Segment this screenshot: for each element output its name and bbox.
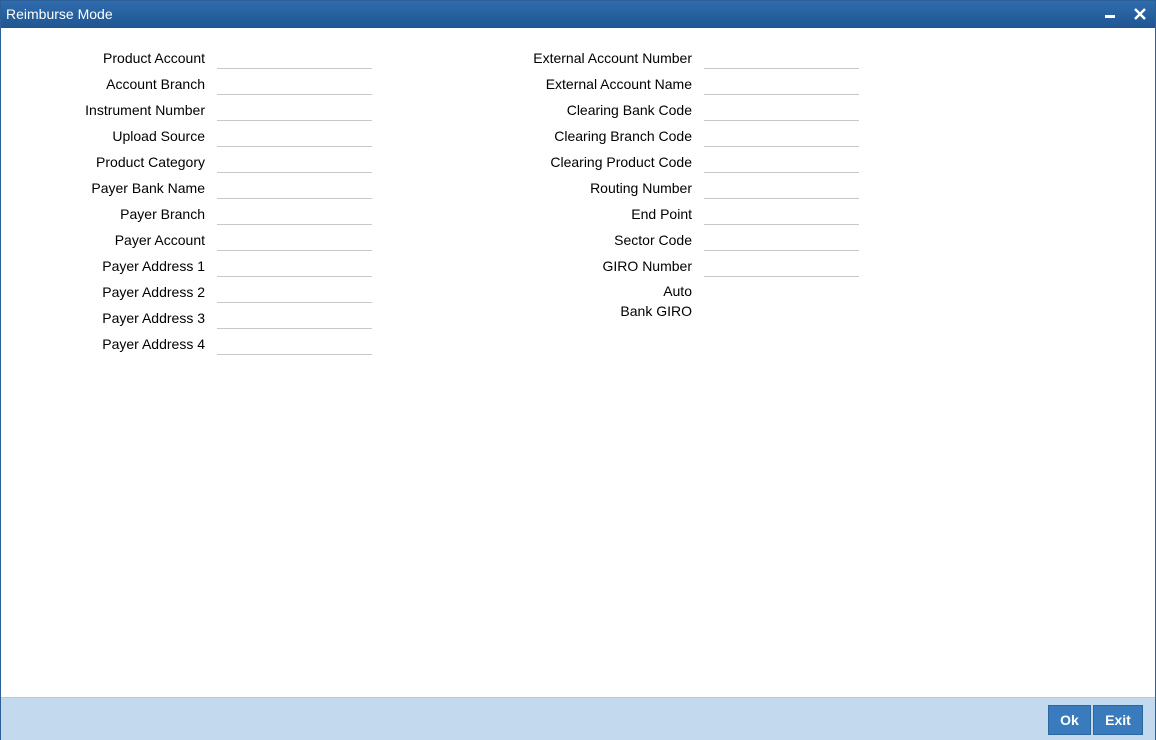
left-field-input[interactable] [217,73,372,95]
right-field-input[interactable] [704,125,859,147]
left-field-label: Payer Address 4 [102,336,205,352]
form-content: Product Account Account Branch Instrument … [1,29,1155,697]
right-field-input[interactable] [704,151,859,173]
right-field-label: Sector Code [614,232,692,248]
ok-button[interactable]: Ok [1048,705,1091,735]
right-field-label: GIRO Number [602,258,692,274]
right-field-input[interactable] [704,99,859,121]
bank-giro-label: Bank GIRO [620,303,692,319]
left-field-label: Product Account [103,50,205,66]
left-field-input[interactable] [217,229,372,251]
reimburse-mode-window: Reimburse Mode Product Account Account Br… [0,0,1156,740]
auto-label: Auto [663,283,692,299]
left-field-label: Payer Bank Name [91,180,205,196]
left-field-input[interactable] [217,333,372,355]
right-field-input[interactable] [704,255,859,277]
left-field-label: Payer Address 3 [102,310,205,326]
right-field-input[interactable] [704,203,859,225]
exit-button[interactable]: Exit [1093,705,1143,735]
right-field-label: External Account Number [533,50,692,66]
left-field-input[interactable] [217,125,372,147]
left-field-input[interactable] [217,255,372,277]
right-field-input[interactable] [704,177,859,199]
left-field-input[interactable] [217,177,372,199]
footer-bar: Ok Exit [1,697,1155,740]
left-field-input[interactable] [217,99,372,121]
left-field-label: Product Category [96,154,205,170]
window-title: Reimburse Mode [6,6,113,22]
left-field-label: Upload Source [112,128,205,144]
right-field-input[interactable] [704,73,859,95]
close-icon[interactable] [1129,4,1151,24]
left-field-label: Payer Branch [120,206,205,222]
right-field-label: Clearing Product Code [550,154,692,170]
right-field-input[interactable] [704,47,859,69]
left-field-label: Payer Address 1 [102,258,205,274]
left-field-label: Instrument Number [85,102,205,118]
left-field-input[interactable] [217,151,372,173]
right-field-label: Clearing Bank Code [566,102,692,118]
right-field-input[interactable] [704,229,859,251]
right-field-label: Routing Number [590,180,692,196]
right-field-label: End Point [631,206,692,222]
left-field-input[interactable] [217,47,372,69]
left-field-input[interactable] [217,203,372,225]
right-field-label: External Account Name [545,76,692,92]
title-bar: Reimburse Mode [1,1,1155,28]
left-field-input[interactable] [217,307,372,329]
minimize-icon[interactable] [1099,4,1121,24]
right-field-label: Clearing Branch Code [554,128,692,144]
left-field-label: Payer Address 2 [102,284,205,300]
left-field-input[interactable] [217,281,372,303]
left-field-label: Account Branch [106,76,205,92]
left-field-label: Payer Account [114,232,205,248]
